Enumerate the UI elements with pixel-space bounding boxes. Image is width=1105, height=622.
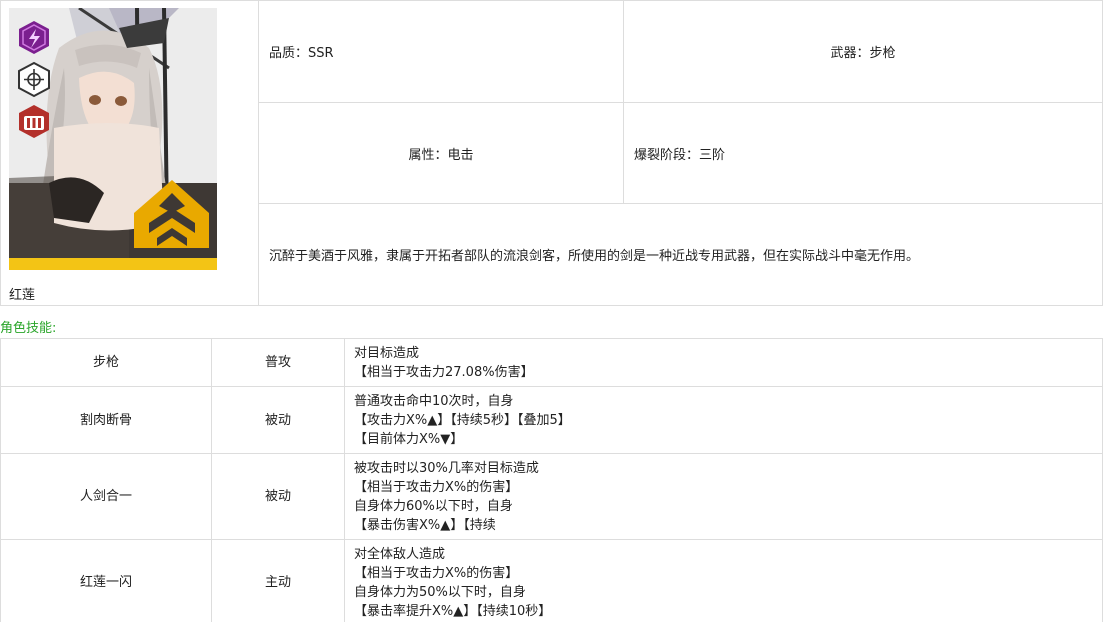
skill-name: 红莲一闪: [0, 539, 212, 622]
skill-description: 对全体敌人造成 【相当于攻击力X%的伤害】 自身体力为50%以下时，自身 【暴击…: [344, 539, 1103, 622]
skill-type: 被动: [211, 453, 345, 540]
skill-description-line: 被攻击时以30%几率对目标造成: [354, 460, 539, 476]
skill-description-line: 自身体力60%以下时，自身: [354, 498, 513, 514]
character-name: 红莲: [9, 288, 36, 303]
skills-heading: 角色技能:: [0, 321, 57, 336]
portrait-cell: 红莲: [0, 0, 259, 306]
weapon-cell: 武器：步枪: [623, 0, 1103, 103]
quality-cell: 品质：SSR: [258, 0, 624, 103]
skill-description-line: 【相当于攻击力X%的伤害】: [354, 565, 519, 581]
crosshair-weapon-icon: [18, 61, 50, 98]
burst-stage-cell: 爆裂阶段：三阶: [623, 102, 1103, 204]
skill-description-line: 【相当于攻击力27.08%伤害】: [354, 364, 534, 380]
character-illustration: [9, 8, 217, 278]
character-description: 沉醉于美酒于风雅，隶属于开拓者部队的流浪剑客，所使用的剑是一种近战专用武器，但在…: [258, 203, 1103, 306]
skill-name: 割肉断骨: [0, 386, 212, 454]
skill-type: 主动: [211, 539, 345, 622]
skill-row: 步枪 普攻 对目标造成 【相当于攻击力27.08%伤害】: [0, 338, 1103, 387]
skill-name: 步枪: [0, 338, 212, 387]
skill-type: 被动: [211, 386, 345, 454]
skill-type: 普攻: [211, 338, 345, 387]
skill-description-line: 【暴击率提升X%▲】【持续10秒】: [354, 603, 552, 619]
skill-row: 人剑合一 被动 被攻击时以30%几率对目标造成 【相当于攻击力X%的伤害】 自身…: [0, 453, 1103, 540]
skill-description: 普通攻击命中10次时，自身 【攻击力X%▲】【持续5秒】【叠加5】 【目前体力X…: [344, 386, 1103, 454]
skill-description-line: 对目标造成: [354, 345, 420, 361]
skill-description: 被攻击时以30%几率对目标造成 【相当于攻击力X%的伤害】 自身体力60%以下时…: [344, 453, 1103, 540]
skill-description-line: 【目前体力X%▼】: [354, 431, 464, 447]
character-portrait: [9, 8, 217, 278]
skill-row: 割肉断骨 被动 普通攻击命中10次时，自身 【攻击力X%▲】【持续5秒】【叠加5…: [0, 386, 1103, 454]
skill-description-line: 【相当于攻击力X%的伤害】: [354, 479, 519, 495]
skill-description-line: 【攻击力X%▲】【持续5秒】【叠加5】: [354, 412, 571, 428]
skill-description-line: 对全体敌人造成: [354, 546, 446, 562]
character-info-table: 红莲 品质：SSR 武器：步枪 属性：电击 爆裂阶段：三阶 沉醉于美酒于风雅，隶…: [0, 0, 1103, 306]
skill-description-line: 【暴击伤害X%▲】【持续: [354, 517, 496, 533]
skills-table: 步枪 普攻 对目标造成 【相当于攻击力27.08%伤害】 割肉断骨 被动 普通攻…: [0, 338, 1103, 622]
skill-row: 红莲一闪 主动 对全体敌人造成 【相当于攻击力X%的伤害】 自身体力为50%以下…: [0, 539, 1103, 622]
skill-description-line: 普通攻击命中10次时，自身: [354, 393, 514, 409]
skill-description: 对目标造成 【相当于攻击力27.08%伤害】: [344, 338, 1103, 387]
attribute-cell: 属性：电击: [258, 102, 624, 204]
skill-description-line: 自身体力为50%以下时，自身: [354, 584, 526, 600]
skill-name: 人剑合一: [0, 453, 212, 540]
